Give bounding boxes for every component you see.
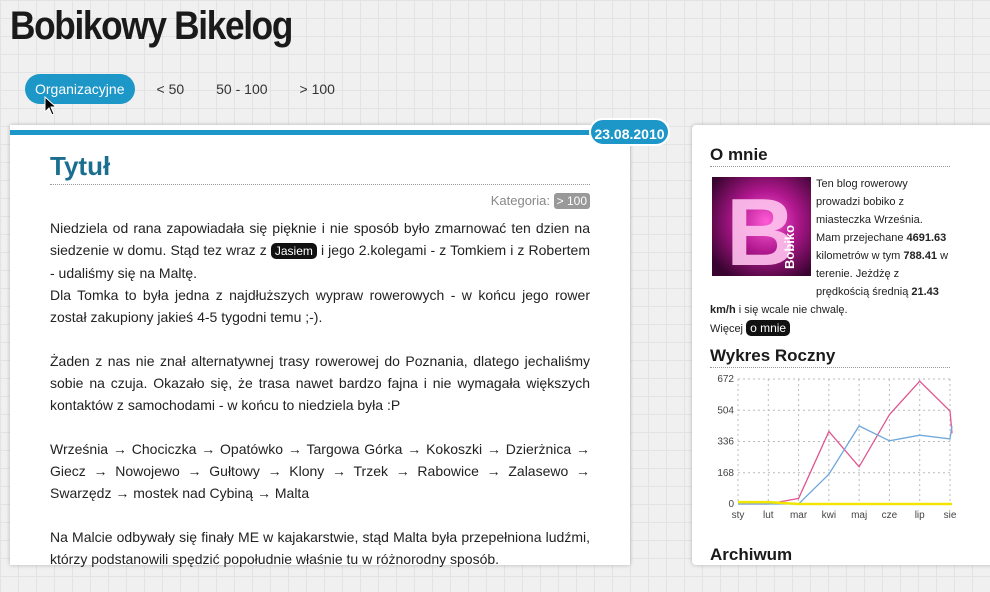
site-title[interactable]: Bobikowy Bikelog <box>10 4 293 49</box>
x-tick-label: lut <box>763 510 774 521</box>
archive-widget-title: Archiwum <box>710 545 793 564</box>
about-text: Ten blog rowerowy prowadzi bobiko z mias… <box>710 175 950 338</box>
y-tick-label: 504 <box>717 405 734 416</box>
about-widget-title: O mnie <box>710 145 950 167</box>
yearly-chart-svg: sty lut mar kwi maj cze lip sie 0 168 336 504 672 <box>717 374 957 521</box>
terrain-km: 788.41 <box>903 250 938 262</box>
total-km: 4691.63 <box>906 232 947 244</box>
about-me-button[interactable]: o mnie <box>746 320 791 336</box>
y-tick-label: 168 <box>717 468 734 479</box>
yearly-chart: sty lut mar kwi maj cze lip sie 0 168 336 504 672 <box>702 373 962 525</box>
post-paragraph-2: Dla Tomka to była jedna z najdłuższych w… <box>50 287 590 325</box>
y-tick-label: 336 <box>717 437 734 448</box>
sidebar: O mnie B Bobiko Ten blog rowerowy prowad… <box>692 125 990 565</box>
nav-item-under-50[interactable]: < 50 <box>147 74 195 104</box>
main-nav: Organizacyjne < 50 50 - 100 > 100 <box>25 74 357 104</box>
post-route: Września → Chociczka → Opatówko → Targow… <box>50 441 590 501</box>
post-body: Niedziela od rana zapowiadała się piękni… <box>50 217 590 592</box>
blog-post: Tytuł Kategoria: > 100 Niedziela od rana… <box>10 125 630 567</box>
post-date-badge: 23.08.2010 <box>589 118 670 146</box>
x-tick-label: lip <box>915 510 925 521</box>
post-paragraph-1: Niedziela od rana zapowiadała się piękni… <box>50 220 590 281</box>
person-tag-jasiem[interactable]: Jasiem <box>270 243 317 259</box>
x-tick-label: cze <box>882 510 898 521</box>
x-tick-label: sie <box>944 510 957 521</box>
x-tick-label: kwi <box>822 510 836 521</box>
mouse-cursor-icon <box>44 96 58 116</box>
more-line: Więcej o mnie <box>710 319 950 338</box>
x-tick-label: mar <box>790 510 808 521</box>
nav-item-over-100[interactable]: > 100 <box>290 74 345 104</box>
chart-widget-title: Wykres Roczny <box>710 346 950 368</box>
y-tick-label: 0 <box>728 499 734 510</box>
y-tick-label: 672 <box>717 374 734 385</box>
post-accent-bar <box>10 130 610 135</box>
category-label: Kategoria: <box>490 193 550 208</box>
category-tag[interactable]: > 100 <box>553 193 590 209</box>
post-paragraph-3: Żaden z nas nie znał alternatywnej trasy… <box>50 353 590 413</box>
x-tick-label: maj <box>851 510 867 521</box>
post-category: Kategoria: > 100 <box>490 193 590 209</box>
post-title[interactable]: Tytuł <box>50 151 590 185</box>
nav-item-50-100[interactable]: 50 - 100 <box>206 74 277 104</box>
x-tick-label: sty <box>732 510 745 521</box>
post-paragraph-5: Na Malcie odbywały się finały ME w kajak… <box>50 529 590 567</box>
nav-item-organizacyjne[interactable]: Organizacyjne <box>25 74 135 104</box>
